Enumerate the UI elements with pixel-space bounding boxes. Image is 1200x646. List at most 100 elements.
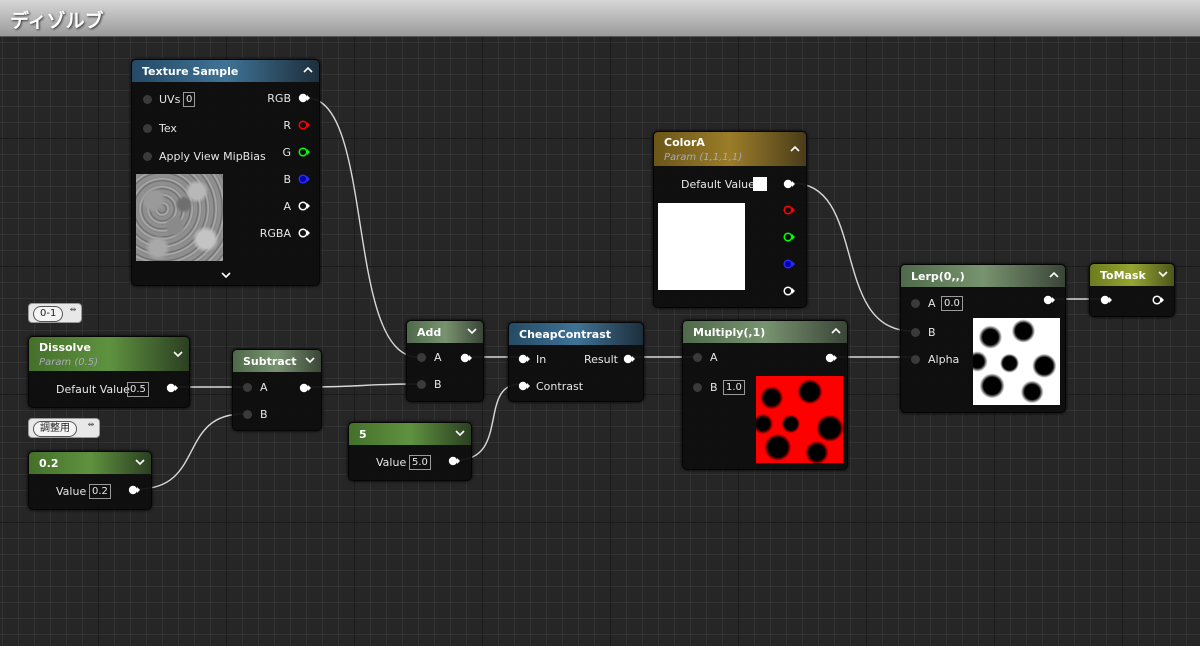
pin-comment-icon[interactable]: ⇹: [68, 306, 78, 320]
default-value-field[interactable]: 0.5: [127, 382, 149, 397]
b-input-label: B: [928, 326, 936, 339]
output-pin-icon[interactable]: [1152, 295, 1164, 305]
r-output-label: R: [283, 119, 291, 132]
output-pin-icon[interactable]: [299, 383, 311, 393]
collapse-chevron-icon[interactable]: [303, 65, 313, 75]
input-pin-icon[interactable]: [1100, 295, 1112, 305]
b-value-field[interactable]: 1.0: [723, 380, 745, 395]
b-input-pin[interactable]: [693, 383, 702, 392]
color-a-header[interactable]: ColorA Param (1,1,1,1): [654, 132, 806, 166]
uvs-value-field[interactable]: 0: [183, 92, 196, 107]
a-input-pin[interactable]: [693, 353, 702, 362]
chevron-down-icon[interactable]: [455, 428, 465, 438]
collapse-chevron-icon[interactable]: [831, 326, 841, 336]
a-value-field[interactable]: 0.0: [941, 296, 963, 311]
comment-bubble-dissolve[interactable]: 0-1 ⇹: [28, 303, 82, 323]
b-input-label: B: [710, 381, 718, 394]
b-input-label: B: [260, 408, 268, 421]
multiply-preview-image: [756, 376, 843, 463]
node-subtitle: Param (1,1,1,1): [664, 152, 743, 163]
subtract-header[interactable]: Subtract: [233, 350, 321, 372]
comment-bubble-adjust[interactable]: 調整用 ⇹: [28, 418, 100, 438]
pin-comment-icon[interactable]: ⇹: [86, 421, 96, 435]
cheap-contrast-node[interactable]: CheapContrast In Contrast Result: [508, 322, 644, 402]
output-pin-icon[interactable]: [460, 353, 472, 363]
r-output-pin-icon[interactable]: [298, 120, 310, 130]
to-mask-header[interactable]: ToMask: [1090, 264, 1174, 286]
chevron-down-icon[interactable]: [467, 326, 477, 336]
a-input-pin[interactable]: [911, 299, 920, 308]
lerp-node[interactable]: Lerp(0,,) A 0.0 B Alpha: [900, 264, 1066, 413]
node-title: 5: [359, 428, 367, 441]
color-swatch[interactable]: [753, 177, 767, 191]
output-pin-icon[interactable]: [448, 456, 460, 466]
color-a-param-node[interactable]: ColorA Param (1,1,1,1) Default Value: [653, 131, 807, 308]
b-output-pin-icon[interactable]: [298, 174, 310, 184]
color-preview-image: [658, 203, 745, 290]
rgb-output-pin-icon[interactable]: [783, 179, 795, 189]
add-header[interactable]: Add: [407, 321, 483, 343]
output-pin-icon[interactable]: [166, 383, 178, 393]
uvs-input-pin[interactable]: [143, 95, 152, 104]
b-input-pin[interactable]: [417, 380, 426, 389]
contrast-input-pin-icon[interactable]: [518, 381, 530, 391]
node-title: ToMask: [1100, 269, 1146, 282]
collapse-chevron-icon[interactable]: [790, 144, 800, 154]
a-input-pin[interactable]: [417, 353, 426, 362]
tex-input-pin[interactable]: [143, 124, 152, 133]
alpha-input-pin[interactable]: [911, 355, 920, 364]
chevron-down-icon[interactable]: [305, 355, 315, 365]
dissolve-param-node[interactable]: Dissolve Param (0.5) Default Value 0.5: [28, 336, 190, 408]
chevron-down-icon[interactable]: [1158, 269, 1168, 279]
b-output-pin-icon[interactable]: [783, 259, 795, 269]
b-input-pin[interactable]: [911, 328, 920, 337]
texture-sample-node[interactable]: Texture Sample UVs 0 Tex Apply View MipB…: [131, 59, 320, 286]
g-output-pin-icon[interactable]: [783, 232, 795, 242]
g-output-pin-icon[interactable]: [298, 147, 310, 157]
a-input-pin[interactable]: [243, 383, 252, 392]
value-field[interactable]: 5.0: [409, 455, 431, 470]
dissolve-header[interactable]: Dissolve Param (0.5): [29, 337, 189, 371]
value-field[interactable]: 0.2: [89, 484, 111, 499]
rgba-output-pin-icon[interactable]: [298, 228, 310, 238]
alpha-input-label: Alpha: [928, 353, 960, 366]
cheap-contrast-header[interactable]: CheapContrast: [509, 323, 643, 345]
to-mask-node[interactable]: ToMask: [1089, 263, 1175, 317]
node-title: Texture Sample: [142, 65, 239, 78]
chevron-down-icon[interactable]: [173, 349, 183, 359]
output-pin-icon[interactable]: [1043, 295, 1055, 305]
in-input-label: In: [536, 353, 547, 366]
collapse-chevron-icon[interactable]: [1049, 270, 1059, 280]
expand-chevron-icon[interactable]: [220, 269, 232, 279]
constant-header[interactable]: 5: [349, 423, 471, 445]
lerp-header[interactable]: Lerp(0,,): [901, 265, 1065, 287]
mipbias-input-pin[interactable]: [143, 152, 152, 161]
chevron-down-icon[interactable]: [135, 457, 145, 467]
output-pin-icon[interactable]: [825, 353, 837, 363]
in-input-pin-icon[interactable]: [518, 354, 530, 364]
subtract-node[interactable]: Subtract A B: [232, 349, 322, 431]
b-input-pin[interactable]: [243, 410, 252, 419]
comment-text: 調整用: [33, 421, 77, 437]
multiply-node[interactable]: Multiply(,1) A B 1.0: [682, 320, 848, 470]
value-label: Value: [56, 485, 87, 498]
node-title: Lerp(0,,): [911, 270, 965, 283]
node-title: Add: [417, 326, 442, 339]
constant-header[interactable]: 0.2: [29, 452, 151, 474]
node-title: Subtract: [243, 355, 297, 368]
add-node[interactable]: Add A B: [406, 320, 484, 402]
wire-subtract-to-add-b: [305, 383, 419, 388]
rgb-output-pin-icon[interactable]: [298, 93, 310, 103]
constant-0-2-node[interactable]: 0.2 Value 0.2: [28, 451, 152, 510]
node-title: Dissolve: [39, 341, 91, 354]
node-title: CheapContrast: [519, 328, 612, 341]
result-output-pin-icon[interactable]: [623, 354, 635, 364]
a-output-pin-icon[interactable]: [783, 286, 795, 296]
multiply-header[interactable]: Multiply(,1): [683, 321, 847, 343]
output-pin-icon[interactable]: [128, 485, 140, 495]
a-output-pin-icon[interactable]: [298, 201, 310, 211]
b-input-label: B: [434, 378, 442, 391]
texture-sample-header[interactable]: Texture Sample: [132, 60, 319, 82]
r-output-pin-icon[interactable]: [783, 205, 795, 215]
constant-5-node[interactable]: 5 Value 5.0: [348, 422, 472, 481]
